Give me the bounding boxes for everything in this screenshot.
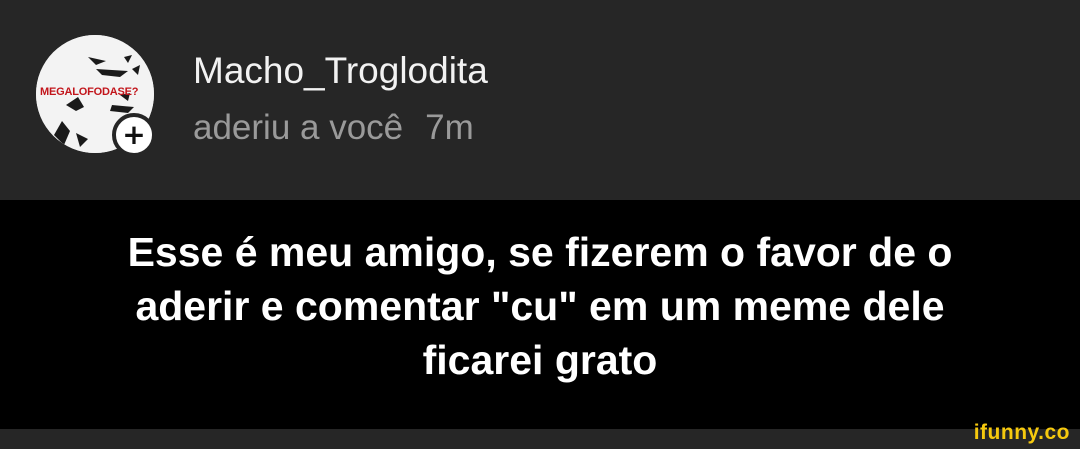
plus-icon[interactable]: + [112,113,156,157]
notification-time: 7m [425,108,474,147]
username[interactable]: Macho_Troglodita [193,50,488,92]
notification-action-row: aderiu a você 7m [193,108,474,148]
caption-line: ficarei grato [422,337,658,383]
ifunny-watermark: ifunny.co [973,421,1070,444]
caption-line: Esse é meu amigo, se fizerem o favor de … [127,229,953,275]
caption-line: aderir e comentar "cu" em um meme dele [135,283,945,329]
notification-action: aderiu a você [193,108,404,147]
meme-caption: Esse é meu amigo, se fizerem o favor de … [0,225,1080,387]
follow-notification[interactable]: MEGALOFODASE? + Macho_Troglodita aderiu … [0,0,1080,200]
avatar-overlay-text: MEGALOFODASE? [40,86,139,98]
